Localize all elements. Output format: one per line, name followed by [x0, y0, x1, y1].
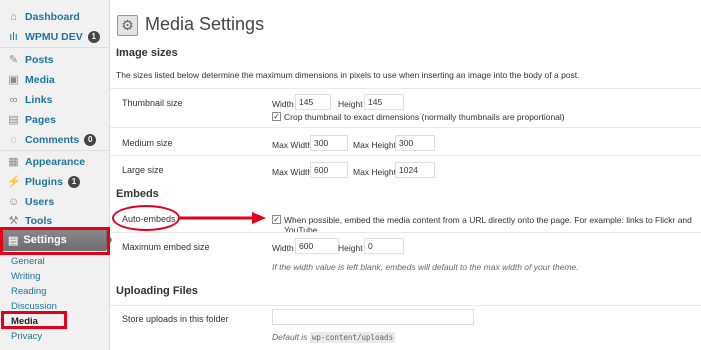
submenu-privacy[interactable]: Privacy: [11, 331, 42, 342]
section-heading-embeds: Embeds: [116, 188, 159, 200]
sidebar-item-pages[interactable]: ▤ Pages: [0, 110, 108, 130]
medium-max-width-label: Max Width: [272, 140, 313, 150]
medium-max-width-input[interactable]: 300: [310, 135, 348, 151]
comment-icon: ◌: [10, 133, 17, 146]
home-icon: ⌂: [10, 10, 17, 23]
annotation-arrow: [180, 212, 266, 224]
large-max-height-input[interactable]: 1024: [395, 162, 435, 178]
row-divider: [110, 305, 701, 306]
sidebar-item-comments[interactable]: ◌ Comments 0: [0, 130, 108, 150]
sidebar-item-label: Posts: [25, 54, 54, 66]
highlight-auto-embeds-oval: [112, 205, 180, 231]
sidebar-item-label: Plugins: [25, 176, 63, 188]
thumbnail-height-input[interactable]: 145: [364, 94, 404, 110]
pin-icon: ✎: [8, 53, 19, 66]
tools-icon: ⚒: [8, 214, 19, 227]
sidebar-item-label: Tools: [25, 215, 53, 227]
embed-width-label: Width: [272, 243, 294, 253]
plugins-badge: 1: [67, 176, 80, 188]
large-max-width-label: Max Width: [272, 167, 313, 177]
embed-width-input[interactable]: 600: [295, 238, 339, 254]
sidebar-item-label: Users: [25, 196, 55, 208]
default-prefix: Default is: [272, 332, 308, 342]
sidebar-item-label: Links: [25, 94, 53, 106]
row-divider: [110, 232, 701, 233]
plugin-icon: ⚡: [7, 175, 21, 188]
sidebar-item-label: Pages: [25, 114, 56, 126]
large-max-width-input[interactable]: 600: [310, 162, 348, 178]
sidebar-item-label: WPMU DEV: [25, 31, 83, 43]
submenu-writing[interactable]: Writing: [11, 271, 40, 282]
admin-sidebar: ⌂ Dashboard ılı WPMU DEV 1 ✎ Posts ▣ Med…: [0, 0, 112, 350]
sidebar-item-links[interactable]: ∞ Links: [0, 90, 108, 110]
thumbnail-width-input[interactable]: 145: [295, 94, 331, 110]
menu-separator: [0, 150, 109, 151]
main-content: ⚙ Media Settings Image sizes The sizes l…: [110, 0, 701, 350]
embed-height-input[interactable]: 0: [364, 238, 404, 254]
page-title: Media Settings: [145, 14, 265, 34]
page-icon: ▤: [8, 113, 19, 126]
embed-height-label: Height: [338, 243, 363, 253]
upload-path-input[interactable]: [272, 309, 474, 325]
medium-size-label: Medium size: [122, 138, 173, 148]
comments-badge: 0: [84, 134, 97, 146]
large-max-height-label: Max Height: [353, 167, 396, 177]
sidebar-item-wpmudev[interactable]: ılı WPMU DEV 1: [0, 27, 108, 47]
image-sizes-description: The sizes listed below determine the max…: [116, 70, 580, 80]
row-divider: [110, 127, 701, 128]
submenu-general[interactable]: General: [11, 256, 45, 267]
wpmudev-icon: ılı: [9, 30, 18, 43]
users-icon: ☺: [7, 195, 20, 208]
sidebar-item-dashboard[interactable]: ⌂ Dashboard: [0, 7, 108, 27]
sidebar-item-label: Dashboard: [25, 11, 80, 23]
max-embed-size-label: Maximum embed size: [122, 242, 210, 252]
highlight-settings-box: [0, 227, 110, 255]
thumbnail-width-label: Width: [272, 99, 294, 109]
section-heading-image-sizes: Image sizes: [116, 47, 178, 59]
crop-thumbnail-checkbox[interactable]: ✓: [272, 112, 281, 121]
section-heading-uploading: Uploading Files: [116, 285, 198, 297]
embed-help-text: If the width value is left blank, embeds…: [272, 262, 579, 272]
thumbnail-height-label: Height: [338, 99, 363, 109]
media-icon: ▣: [8, 73, 19, 86]
medium-max-height-label: Max Height: [353, 140, 396, 150]
sidebar-item-users[interactable]: ☺ Users: [0, 192, 108, 212]
sidebar-item-plugins[interactable]: ⚡ Plugins 1: [0, 172, 108, 192]
auto-embeds-checkbox[interactable]: ✓: [272, 215, 281, 224]
thumbnail-size-label: Thumbnail size: [122, 98, 183, 108]
sidebar-item-appearance[interactable]: ▦ Appearance: [0, 152, 108, 172]
sidebar-item-label: Comments: [25, 134, 80, 146]
store-uploads-label: Store uploads in this folder: [122, 314, 229, 324]
large-size-label: Large size: [122, 165, 164, 175]
sidebar-item-label: Appearance: [25, 156, 86, 168]
link-icon: ∞: [9, 93, 18, 106]
medium-max-height-input[interactable]: 300: [395, 135, 435, 151]
sidebar-item-media[interactable]: ▣ Media: [0, 70, 108, 90]
appearance-icon: ▦: [8, 155, 19, 168]
update-badge: 1: [87, 31, 100, 43]
submenu-reading[interactable]: Reading: [11, 286, 46, 297]
crop-thumbnail-label: Crop thumbnail to exact dimensions (norm…: [284, 112, 565, 122]
row-divider: [110, 88, 701, 89]
upload-default-text: Default is wp-content/uploads: [272, 332, 396, 343]
highlight-media-box: [1, 311, 67, 329]
row-divider: [110, 155, 701, 156]
menu-separator: [0, 47, 109, 48]
sidebar-item-label: Media: [25, 74, 55, 86]
settings-page-icon: ⚙: [117, 15, 138, 36]
sidebar-item-posts[interactable]: ✎ Posts: [0, 50, 108, 70]
default-upload-path: wp-content/uploads: [309, 332, 396, 343]
